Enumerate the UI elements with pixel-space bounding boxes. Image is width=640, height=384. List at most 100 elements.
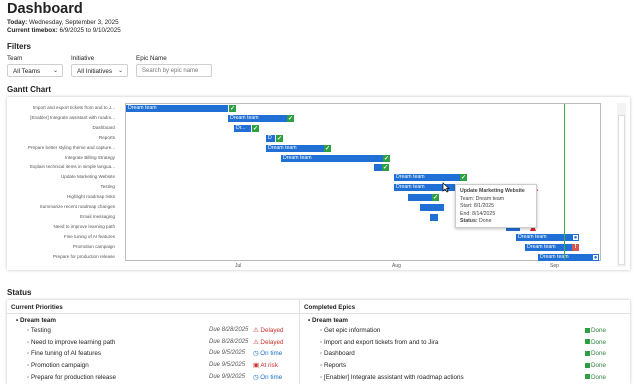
completed-status-text: Done: [591, 362, 607, 370]
x-tick-label: Sep: [550, 263, 559, 269]
priority-status-text: Delayed: [260, 327, 284, 334]
current-group: • Dream team: [16, 317, 57, 324]
initiative-select[interactable]: All Initiatives ⌄: [71, 64, 128, 77]
today-line: [564, 104, 565, 260]
gantt-bar[interactable]: [408, 194, 432, 202]
chevron-down-icon: ⌄: [52, 68, 58, 74]
gantt-bar[interactable]: Dream team: [228, 114, 288, 122]
completed-item-name: [Enabler] Integrate assistant with roadm…: [323, 373, 464, 381]
gantt-bar[interactable]: [374, 164, 382, 172]
clock-icon: ◷: [253, 350, 259, 358]
completed-epics-header: Completed Epics: [304, 304, 356, 311]
current-group-label: Dream team: [19, 317, 57, 324]
priority-item: ◦ Need to improve learning path: [27, 338, 116, 346]
gantt-bar[interactable]: Dream team: [538, 253, 595, 261]
tooltip-title: Update Marketing Website: [460, 188, 525, 194]
check-icon: [585, 374, 590, 380]
tooltip-status-value: Done: [479, 218, 492, 225]
completed-status-text: Done: [591, 373, 607, 381]
priority-item-name: Fine tuning of AI features: [30, 350, 101, 358]
team-select-value: All Teams: [13, 68, 41, 75]
priority-status-text: Delayed: [260, 338, 284, 346]
gantt-bar[interactable]: Dream team: [126, 105, 228, 112]
gantt-row-label: Need to improve learning path: [53, 223, 115, 229]
priority-item-name: Prepare for production release: [30, 373, 117, 381]
gantt-bar[interactable]: Dream team: [525, 243, 579, 251]
priority-status: ⚠ Delayed: [253, 327, 284, 334]
completed-status: Done: [585, 374, 606, 381]
mouse-cursor-icon: [442, 182, 450, 193]
gantt-row-label: Promotion campaign: [72, 243, 115, 249]
tooltip-end-label: End:: [460, 210, 471, 217]
priority-item-name: Testing: [30, 327, 51, 334]
epic-search-input[interactable]: Search by epic name: [136, 64, 212, 77]
check-icon: ✓: [324, 144, 331, 152]
status-heading: Status: [7, 288, 32, 297]
scrollbar-thumb[interactable]: [618, 115, 625, 265]
check-icon: [585, 350, 590, 356]
today-label: Today:: [7, 19, 28, 26]
timebox-value: 6/9/2025 to 9/10/2025: [59, 27, 121, 34]
tooltip-team-label: Team:: [460, 195, 475, 202]
current-priorities-header: Current Priorities: [11, 304, 63, 311]
priority-item: ◦ Fine tuning of AI features: [27, 350, 101, 358]
gantt-bar[interactable]: [430, 213, 438, 221]
completed-status: Done: [585, 350, 606, 357]
check-icon: ✓: [383, 154, 390, 162]
completed-item: ◦ Import and export tickets from and to …: [320, 338, 439, 346]
priority-status: ◷ On time: [253, 350, 282, 357]
gantt-bar[interactable]: [420, 204, 444, 211]
completed-item-name: Dashboard: [323, 350, 355, 358]
pending-icon: ●: [592, 253, 599, 261]
check-icon: ✓: [287, 114, 294, 122]
header-divider: [7, 313, 630, 314]
filters-heading: Filters: [7, 42, 32, 51]
check-icon: ✓: [382, 164, 389, 172]
initiative-select-value: All Initiatives: [77, 68, 112, 75]
column-divider: [299, 300, 300, 384]
gantt-scrollbar[interactable]: [617, 103, 626, 267]
today-value: Wednesday, September 3, 2025: [28, 19, 119, 26]
timebox-line: Current timebox: 6/9/2025 to 9/10/2025: [7, 27, 121, 34]
initiative-label: Initiative: [71, 55, 95, 62]
gantt-heading: Gantt Chart: [7, 85, 51, 94]
priority-item-name: Need to improve learning path: [30, 338, 116, 346]
completed-item: ◦ Dashboard: [320, 350, 355, 358]
priority-status-text: At risk: [260, 362, 278, 370]
check-icon: [585, 362, 590, 368]
gantt-row-label: Fine tuning of AI features: [63, 233, 115, 239]
gantt-bar[interactable]: Dream team: [281, 154, 384, 162]
gantt-bar[interactable]: Dream team: [266, 144, 324, 152]
check-icon: ✓: [276, 134, 283, 142]
priority-item: ◦ Promotion campaign: [27, 362, 89, 370]
team-select[interactable]: All Teams ⌄: [7, 64, 63, 77]
completed-item-name: Get epic information: [323, 327, 381, 334]
priority-status-text: On time: [260, 350, 283, 358]
priority-item: ◦ Prepare for production release: [27, 373, 117, 381]
gantt-row-label: Prepare better styling theme and capture…: [27, 144, 115, 150]
completed-item: ◦ [Enabler] Integrate assistant with roa…: [320, 373, 464, 381]
check-icon: [585, 339, 590, 345]
gantt-row-label: Testing: [100, 184, 115, 190]
tooltip-start-label: Start:: [460, 203, 473, 210]
warning-icon: ⚠: [253, 338, 259, 346]
status-panel: Current Priorities Completed Epics • Dre…: [7, 300, 630, 384]
tooltip-end-value: 8/14/2025: [472, 210, 496, 217]
gantt-bar[interactable]: Dream team: [394, 174, 460, 182]
priority-status-text: On time: [260, 373, 283, 381]
gantt-row-label: Prepare for production release: [52, 253, 115, 259]
completed-item: ◦ Get epic information: [320, 327, 381, 334]
priority-status: ⚠ Delayed: [253, 339, 284, 346]
gantt-row-label: Integrate Billing Strategy: [64, 154, 115, 160]
priority-status: ▣ At risk: [253, 362, 278, 369]
timebox-label: Current timebox:: [7, 27, 58, 34]
gantt-bar[interactable]: D: [266, 134, 275, 142]
completed-status: Done: [585, 339, 606, 346]
x-tick-label: Jul: [235, 263, 242, 269]
chevron-down-icon: ⌄: [117, 68, 123, 74]
tooltip-team-value: Dream team: [475, 195, 505, 202]
x-tick-label: Aug: [392, 263, 401, 269]
gantt-tooltip: Update Marketing Website Team: Dream tea…: [455, 184, 537, 228]
check-icon: ✓: [229, 105, 236, 112]
gantt-bar[interactable]: Dr...: [234, 124, 251, 132]
